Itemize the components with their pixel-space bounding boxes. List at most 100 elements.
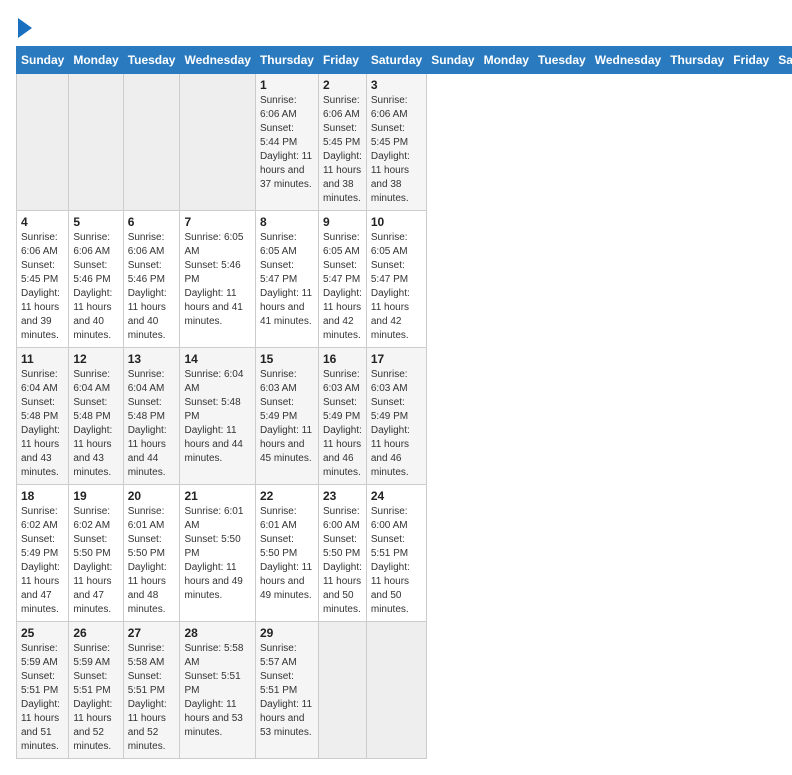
day-number: 14 — [184, 352, 250, 366]
day-number: 18 — [21, 489, 64, 503]
calendar-cell: 11 Sunrise: 6:04 AMSunset: 5:48 PMDayligh… — [17, 348, 69, 485]
day-number: 17 — [371, 352, 422, 366]
header-sunday: Sunday — [427, 47, 479, 74]
calendar-week-row: 25 Sunrise: 5:59 AMSunset: 5:51 PMDayligh… — [17, 622, 792, 759]
day-number: 8 — [260, 215, 314, 229]
calendar-cell: 29 Sunrise: 5:57 AMSunset: 5:51 PMDayligh… — [255, 622, 318, 759]
header-tuesday: Tuesday — [123, 47, 180, 74]
calendar-cell — [17, 74, 69, 211]
calendar-cell: 24 Sunrise: 6:00 AMSunset: 5:51 PMDayligh… — [366, 485, 426, 622]
calendar-cell: 4 Sunrise: 6:06 AMSunset: 5:45 PMDaylight… — [17, 211, 69, 348]
calendar-cell: 17 Sunrise: 6:03 AMSunset: 5:49 PMDayligh… — [366, 348, 426, 485]
cell-content: Sunrise: 5:59 AMSunset: 5:51 PMDaylight:… — [21, 642, 64, 754]
logo — [16, 16, 32, 38]
day-number: 29 — [260, 626, 314, 640]
calendar-cell — [123, 74, 180, 211]
day-number: 10 — [371, 215, 422, 229]
day-number: 4 — [21, 215, 64, 229]
calendar-cell: 22Sunrise: 6:01 AMSunset: 5:50 PMDayligh… — [255, 485, 318, 622]
calendar-cell: 28 Sunrise: 5:58 AMSunset: 5:51 PMDayligh… — [180, 622, 255, 759]
calendar-table: SundayMondayTuesdayWednesdayThursdayFrid… — [16, 46, 792, 759]
page-header — [16, 16, 776, 38]
calendar-cell: 7 Sunrise: 6:05 AMSunset: 5:46 PMDaylight… — [180, 211, 255, 348]
cell-content: Sunrise: 6:05 AMSunset: 5:47 PMDaylight:… — [323, 231, 362, 343]
cell-content: Sunrise: 5:57 AMSunset: 5:51 PMDaylight:… — [260, 642, 314, 740]
header-wednesday: Wednesday — [590, 47, 665, 74]
calendar-cell: 1Sunrise: 6:06 AMSunset: 5:44 PMDaylight… — [255, 74, 318, 211]
day-number: 23 — [323, 489, 362, 503]
calendar-cell: 20 Sunrise: 6:01 AMSunset: 5:50 PMDayligh… — [123, 485, 180, 622]
calendar-cell: 26 Sunrise: 5:59 AMSunset: 5:51 PMDayligh… — [69, 622, 123, 759]
header-thursday: Thursday — [666, 47, 729, 74]
calendar-cell: 9 Sunrise: 6:05 AMSunset: 5:47 PMDaylight… — [318, 211, 366, 348]
cell-content: Sunrise: 6:01 AMSunset: 5:50 PMDaylight:… — [128, 505, 176, 617]
cell-content: Sunrise: 6:04 AMSunset: 5:48 PMDaylight:… — [128, 368, 176, 480]
calendar-cell: 15 Sunrise: 6:03 AMSunset: 5:49 PMDayligh… — [255, 348, 318, 485]
cell-content: Sunrise: 6:03 AMSunset: 5:49 PMDaylight:… — [371, 368, 422, 480]
day-number: 1 — [260, 78, 314, 92]
day-number: 25 — [21, 626, 64, 640]
header-wednesday: Wednesday — [180, 47, 255, 74]
calendar-cell — [69, 74, 123, 211]
day-number: 12 — [73, 352, 118, 366]
calendar-cell: 14 Sunrise: 6:04 AMSunset: 5:48 PMDayligh… — [180, 348, 255, 485]
calendar-cell: 19 Sunrise: 6:02 AMSunset: 5:50 PMDayligh… — [69, 485, 123, 622]
cell-content: Sunrise: 6:00 AMSunset: 5:51 PMDaylight:… — [371, 505, 422, 617]
cell-content: Sunrise: 6:01 AMSunset: 5:50 PMDaylight:… — [260, 505, 314, 603]
calendar-week-row: 4 Sunrise: 6:06 AMSunset: 5:45 PMDaylight… — [17, 211, 792, 348]
day-number: 28 — [184, 626, 250, 640]
day-number: 26 — [73, 626, 118, 640]
cell-content: Sunrise: 6:04 AMSunset: 5:48 PMDaylight:… — [184, 368, 250, 466]
day-number: 9 — [323, 215, 362, 229]
calendar-cell: 2Sunrise: 6:06 AMSunset: 5:45 PMDaylight… — [318, 74, 366, 211]
day-number: 24 — [371, 489, 422, 503]
header-friday: Friday — [318, 47, 366, 74]
calendar-cell: 5 Sunrise: 6:06 AMSunset: 5:46 PMDaylight… — [69, 211, 123, 348]
header-thursday: Thursday — [255, 47, 318, 74]
cell-content: Sunrise: 5:59 AMSunset: 5:51 PMDaylight:… — [73, 642, 118, 754]
header-monday: Monday — [479, 47, 533, 74]
header-sunday: Sunday — [17, 47, 69, 74]
day-number: 20 — [128, 489, 176, 503]
day-number: 19 — [73, 489, 118, 503]
cell-content: Sunrise: 6:02 AMSunset: 5:50 PMDaylight:… — [73, 505, 118, 617]
day-number: 5 — [73, 215, 118, 229]
cell-content: Sunrise: 6:05 AMSunset: 5:46 PMDaylight:… — [184, 231, 250, 329]
calendar-cell: 16Sunrise: 6:03 AMSunset: 5:49 PMDayligh… — [318, 348, 366, 485]
calendar-cell — [318, 622, 366, 759]
day-number: 15 — [260, 352, 314, 366]
cell-content: Sunrise: 5:58 AMSunset: 5:51 PMDaylight:… — [128, 642, 176, 754]
day-number: 13 — [128, 352, 176, 366]
day-number: 27 — [128, 626, 176, 640]
cell-content: Sunrise: 6:02 AMSunset: 5:49 PMDaylight:… — [21, 505, 64, 617]
cell-content: Sunrise: 6:04 AMSunset: 5:48 PMDaylight:… — [73, 368, 118, 480]
header-saturday: Saturday — [366, 47, 426, 74]
calendar-cell: 13 Sunrise: 6:04 AMSunset: 5:48 PMDayligh… — [123, 348, 180, 485]
day-number: 11 — [21, 352, 64, 366]
day-number: 7 — [184, 215, 250, 229]
logo-arrow-icon — [18, 18, 32, 38]
day-number: 21 — [184, 489, 250, 503]
cell-content: Sunrise: 6:04 AMSunset: 5:48 PMDaylight:… — [21, 368, 64, 480]
header-tuesday: Tuesday — [533, 47, 590, 74]
calendar-cell: 10 Sunrise: 6:05 AMSunset: 5:47 PMDayligh… — [366, 211, 426, 348]
cell-content: Sunrise: 6:06 AMSunset: 5:45 PMDaylight:… — [21, 231, 64, 343]
header-saturday: Saturday — [774, 47, 792, 74]
calendar-week-row: 11 Sunrise: 6:04 AMSunset: 5:48 PMDayligh… — [17, 348, 792, 485]
calendar-cell: 21Sunrise: 6:01 AMSunset: 5:50 PMDayligh… — [180, 485, 255, 622]
header-friday: Friday — [729, 47, 774, 74]
calendar-cell: 25 Sunrise: 5:59 AMSunset: 5:51 PMDayligh… — [17, 622, 69, 759]
cell-content: Sunrise: 5:58 AMSunset: 5:51 PMDaylight:… — [184, 642, 250, 740]
calendar-cell — [180, 74, 255, 211]
cell-content: Sunrise: 6:00 AMSunset: 5:50 PMDaylight:… — [323, 505, 362, 617]
day-number: 3 — [371, 78, 422, 92]
calendar-cell: 18 Sunrise: 6:02 AMSunset: 5:49 PMDayligh… — [17, 485, 69, 622]
cell-content: Sunrise: 6:06 AMSunset: 5:46 PMDaylight:… — [73, 231, 118, 343]
cell-content: Sunrise: 6:05 AMSunset: 5:47 PMDaylight:… — [260, 231, 314, 329]
calendar-cell: 8 Sunrise: 6:05 AMSunset: 5:47 PMDaylight… — [255, 211, 318, 348]
cell-content: Sunrise: 6:03 AMSunset: 5:49 PMDaylight:… — [260, 368, 314, 466]
cell-content: Sunrise: 6:06 AMSunset: 5:46 PMDaylight:… — [128, 231, 176, 343]
header-monday: Monday — [69, 47, 123, 74]
cell-content: Sunrise: 6:05 AMSunset: 5:47 PMDaylight:… — [371, 231, 422, 343]
calendar-cell: 27 Sunrise: 5:58 AMSunset: 5:51 PMDayligh… — [123, 622, 180, 759]
